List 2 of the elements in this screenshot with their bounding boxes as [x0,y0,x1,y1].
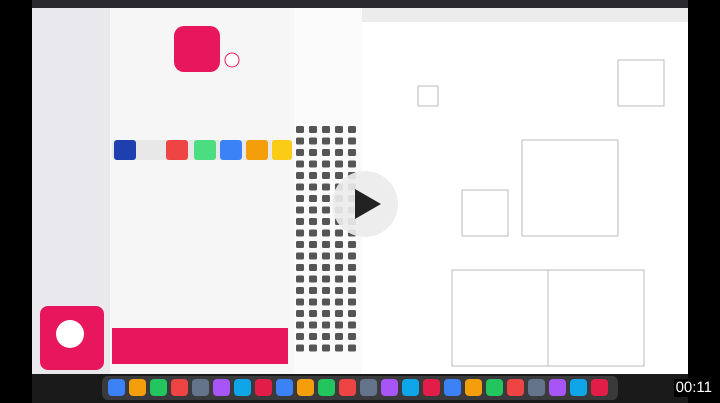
elapsed-time: 00:11 [674,379,714,397]
play-icon [355,189,381,219]
